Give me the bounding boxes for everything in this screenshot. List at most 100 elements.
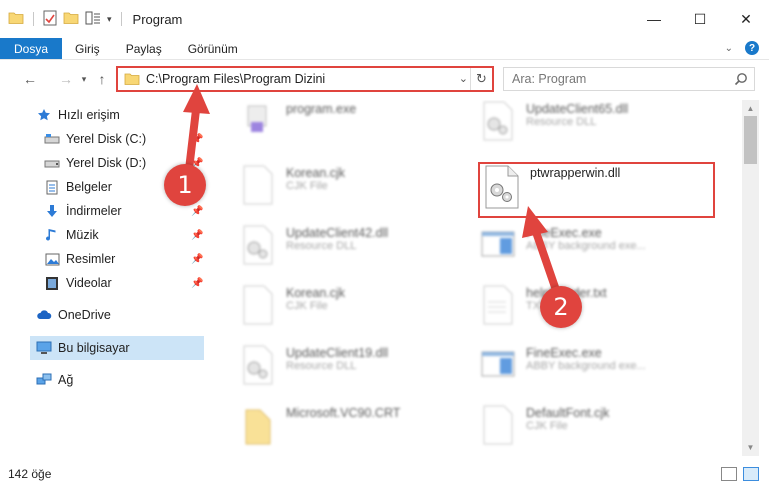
quick-access-toolbar: ▾	[0, 10, 125, 29]
tiles-view-icon[interactable]	[743, 467, 759, 481]
sidebar-item-label: Resimler	[66, 252, 116, 266]
back-icon[interactable]: ←	[18, 67, 42, 91]
pin-icon[interactable]: 📌	[191, 134, 203, 145]
dll-icon	[478, 100, 518, 142]
separator	[33, 12, 34, 26]
properties-icon[interactable]	[43, 10, 57, 29]
sidebar-item-local-disk-d[interactable]: Yerel Disk (D:)	[44, 152, 146, 174]
step-2-badge: 2	[540, 286, 582, 328]
tab-home[interactable]: Giriş	[62, 38, 113, 59]
file-list: program.exe UpdateClient65.dll Resource D…	[212, 100, 742, 455]
pin-icon[interactable]: 📌	[191, 254, 203, 265]
sidebar-item-downloads[interactable]: İndirmeler	[44, 200, 122, 222]
file-name: UpdateClient65.dll	[526, 102, 629, 116]
sidebar-item-label: OneDrive	[58, 308, 111, 322]
window-exe-icon	[478, 344, 518, 386]
step-1-badge: 1	[164, 164, 206, 206]
tab-share[interactable]: Paylaş	[113, 38, 175, 59]
file-type: CJK File	[286, 300, 328, 312]
sidebar-item-this-pc[interactable]: Bu bilgisayar	[36, 337, 130, 359]
file-item[interactable]: program.exe	[238, 100, 356, 142]
view-switcher	[721, 467, 759, 481]
file-item[interactable]: UpdateClient42.dll Resource DLL	[238, 224, 388, 266]
tab-file[interactable]: Dosya	[0, 38, 63, 59]
file-type: ABBY background exe...	[526, 240, 646, 252]
file-name: UpdateClient19.dll	[286, 346, 389, 360]
sidebar-item-music[interactable]: Müzik	[44, 224, 99, 246]
maximize-button[interactable]: ☐	[677, 0, 723, 38]
sidebar-item-documents[interactable]: Belgeler	[44, 176, 112, 198]
sidebar-item-pictures[interactable]: Resimler	[44, 248, 115, 270]
file-name: program.exe	[286, 102, 357, 116]
file-name: UpdateClient42.dll	[286, 226, 389, 240]
navigation-bar: ← → ▾ ↑ C:\Program Files\Program Dizini …	[0, 60, 769, 98]
forward-icon[interactable]: →	[54, 67, 78, 91]
video-icon	[44, 275, 60, 291]
address-path[interactable]: C:\Program Files\Program Dizini	[146, 72, 325, 86]
sidebar-item-local-disk-c[interactable]: Yerel Disk (C:)	[44, 128, 146, 150]
folder-icon	[8, 11, 24, 28]
file-item[interactable]: UpdateClient65.dll Resource DLL	[478, 100, 628, 142]
star-icon	[36, 107, 52, 123]
file-type: CJK File	[526, 420, 568, 432]
pin-icon[interactable]: 📌	[191, 278, 203, 289]
file-item[interactable]: UpdateClient19.dll Resource DLL	[238, 344, 388, 386]
tab-view[interactable]: Görünüm	[175, 38, 251, 59]
new-folder-icon[interactable]	[63, 11, 79, 28]
sidebar-item-videos[interactable]: Videolar	[44, 272, 112, 294]
blank-file-icon	[478, 404, 518, 446]
vertical-scrollbar[interactable]: ▲ ▼	[742, 100, 759, 456]
sidebar-item-network[interactable]: Ağ	[36, 369, 73, 391]
title-bar: ▾ Program — ☐ ✕	[0, 0, 769, 38]
text-file-icon	[478, 284, 518, 326]
address-bar[interactable]: C:\Program Files\Program Dizini ⌄ ↻	[116, 66, 494, 92]
scroll-up-icon[interactable]: ▲	[742, 100, 759, 117]
refresh-icon[interactable]: ↻	[470, 68, 492, 90]
file-item[interactable]: FineExec.exe ABBY background exe...	[478, 224, 646, 266]
file-item[interactable]: Microsoft.VC90.CRT	[238, 404, 400, 446]
up-icon[interactable]: ↑	[90, 67, 114, 91]
details-view-icon[interactable]	[721, 467, 737, 481]
customize-toolbar-icon[interactable]: ▾	[107, 14, 112, 25]
expand-ribbon-icon[interactable]: ⌄	[725, 43, 733, 54]
file-type: Resource DLL	[286, 360, 357, 372]
ribbon-right: ⌄ ?	[725, 41, 759, 55]
window-title: Program	[132, 11, 183, 27]
window-exe-icon	[478, 224, 518, 266]
window-controls: — ☐ ✕	[631, 0, 769, 38]
scrollbar-thumb[interactable]	[744, 116, 757, 164]
item-count: 142 öğe	[8, 467, 52, 481]
file-item[interactable]: Korean.cjk CJK File	[238, 284, 345, 326]
search-icon	[734, 72, 748, 89]
pin-icon[interactable]: 📌	[191, 206, 203, 217]
exe-icon	[238, 100, 278, 142]
cloud-icon	[36, 307, 52, 323]
search-box[interactable]: Ara: Program	[503, 67, 755, 91]
search-input[interactable]: Ara: Program	[512, 72, 586, 86]
chevron-down-icon[interactable]: ⌄	[459, 72, 468, 85]
file-type: ABBY background exe...	[526, 360, 646, 372]
sidebar-item-label: Yerel Disk (D:)	[66, 156, 147, 170]
scroll-down-icon[interactable]: ▼	[742, 439, 759, 456]
file-type: Resource DLL	[526, 116, 597, 128]
dll-icon	[238, 224, 278, 266]
minimize-button[interactable]: —	[631, 0, 677, 38]
file-item[interactable]: Korean.cjk CJK File	[238, 164, 345, 206]
folder-icon	[238, 404, 278, 446]
pin-icon[interactable]: 📌	[191, 230, 203, 241]
file-type: Resource DLL	[286, 240, 357, 252]
file-item[interactable]: FineExec.exe ABBY background exe...	[478, 344, 646, 386]
blank-file-icon	[238, 164, 278, 206]
help-icon[interactable]: ?	[745, 41, 759, 55]
network-icon	[36, 372, 52, 388]
recent-locations-icon[interactable]: ▾	[78, 67, 90, 91]
file-type: CJK File	[286, 180, 328, 192]
file-name: Korean.cjk	[286, 286, 346, 300]
view-options-icon[interactable]	[85, 11, 101, 28]
file-item[interactable]: DefaultFont.cjk CJK File	[478, 404, 609, 446]
file-name: DefaultFont.cjk	[526, 406, 610, 420]
sidebar-item-onedrive[interactable]: OneDrive	[36, 304, 111, 326]
close-button[interactable]: ✕	[723, 0, 769, 38]
file-name: Microsoft.VC90.CRT	[286, 406, 401, 420]
sidebar-item-quick-access[interactable]: Hızlı erişim	[36, 104, 120, 126]
